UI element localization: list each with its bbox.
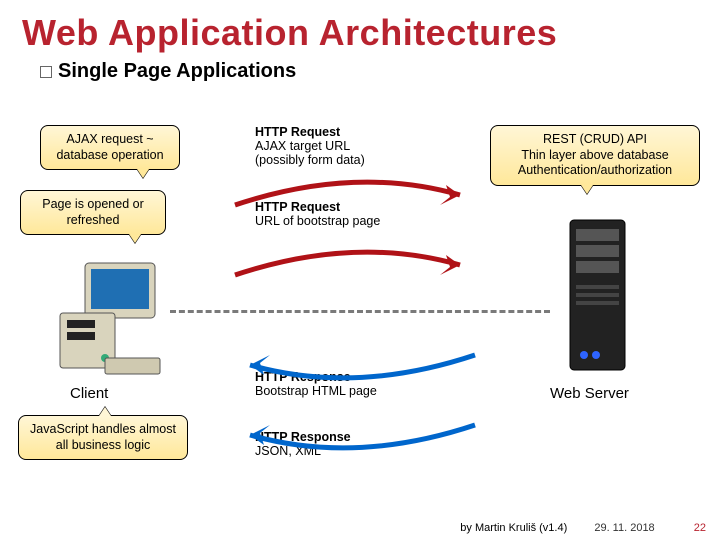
- footer-author: by Martin Kruliš (v1.4): [460, 522, 567, 534]
- callout-rest-api: REST (CRUD) API Thin layer above databas…: [490, 125, 700, 186]
- server-label: Web Server: [550, 385, 629, 402]
- callout-ajax-op: AJAX request ~ database operation: [40, 125, 180, 170]
- subtitle: Single Page Applications: [0, 54, 720, 83]
- client-label: Client: [70, 385, 108, 402]
- footer-page: 22: [694, 522, 706, 534]
- divider-dashed: [170, 310, 550, 313]
- web-server-icon: [560, 215, 640, 375]
- footer: by Martin Kruliš (v1.4) 29. 11. 2018 22: [460, 522, 706, 534]
- callout-js-logic: JavaScript handles almost all business l…: [18, 415, 188, 460]
- footer-date: 29. 11. 2018: [594, 522, 654, 534]
- subtitle-text: Single Page Applications: [58, 60, 296, 82]
- page-title: Web Application Architectures: [0, 0, 720, 54]
- callout-page-open: Page is opened or refreshed: [20, 190, 166, 235]
- arrow-request-1: [230, 160, 480, 230]
- checkbox-icon: [40, 66, 52, 78]
- arrow-response-2: [230, 400, 480, 470]
- arrow-response-1: [230, 330, 480, 400]
- arrow-request-2: [230, 230, 480, 300]
- client-computer-icon: [55, 258, 165, 378]
- msg-head: HTTP Request: [255, 125, 465, 139]
